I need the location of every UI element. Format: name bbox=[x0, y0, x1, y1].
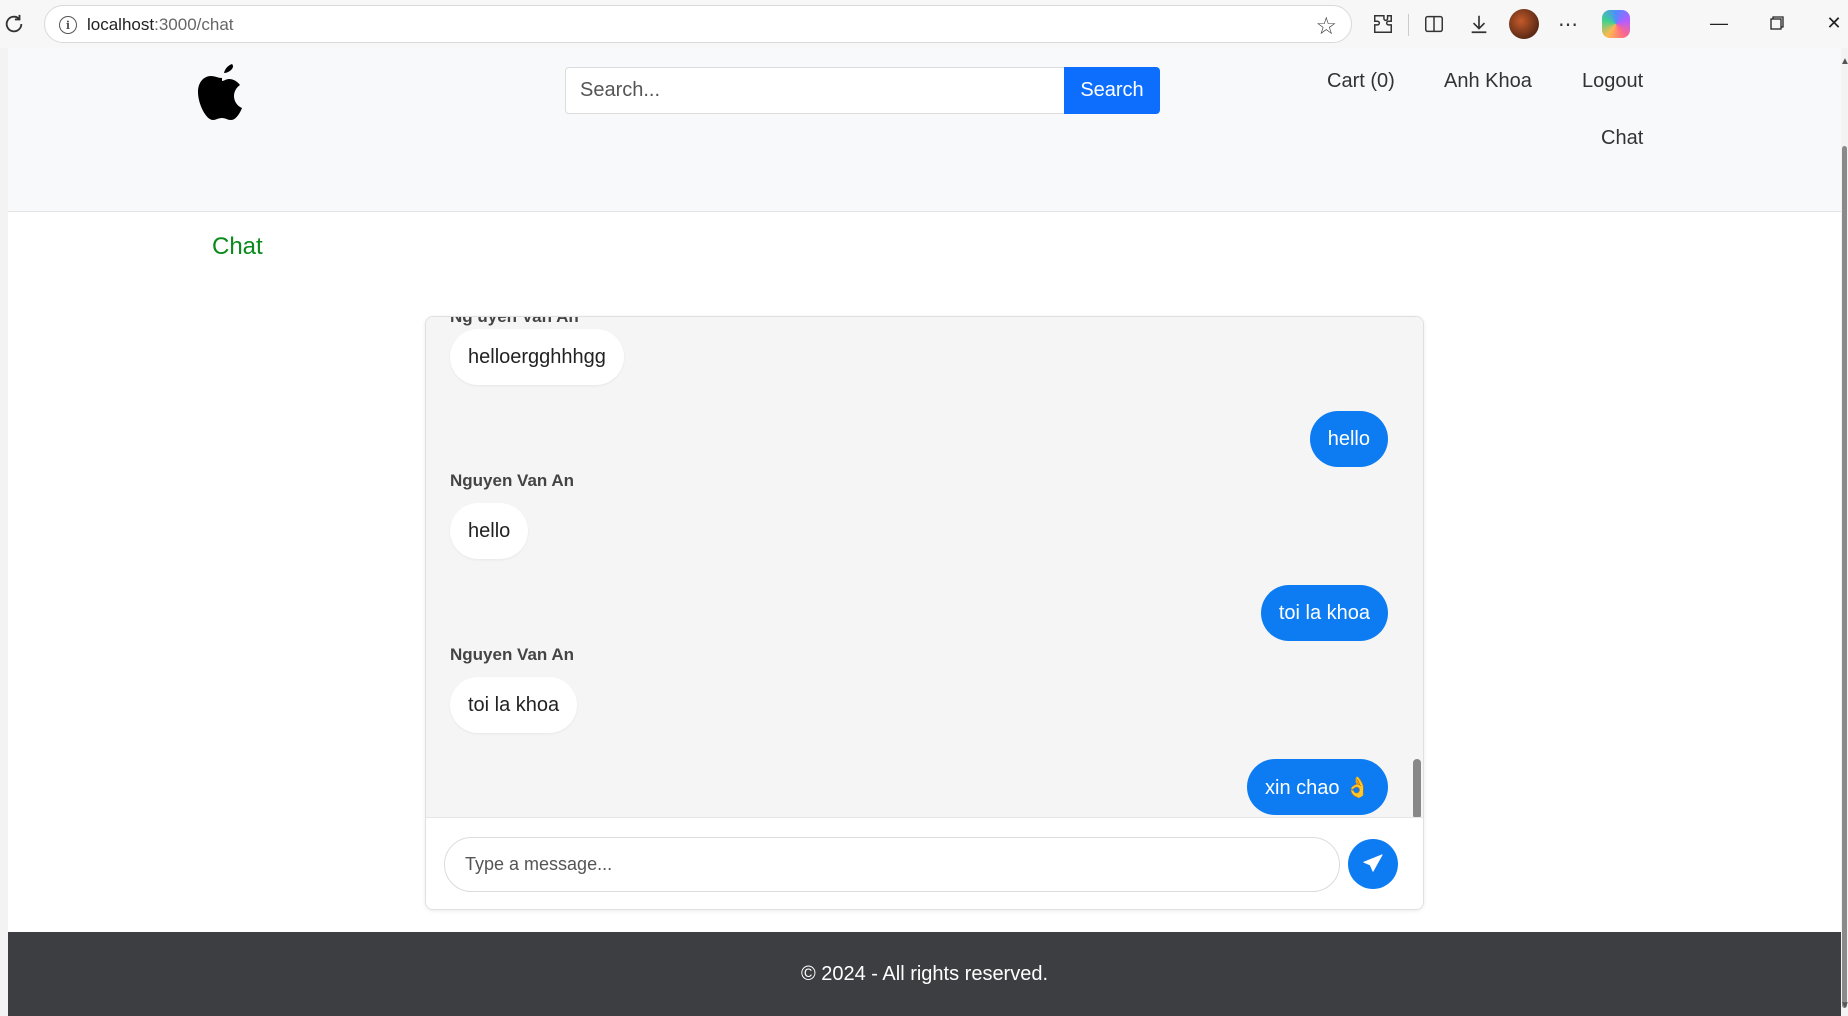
browser-toolbar: i localhost:3000/chat ☆ ⋯ — ✕ bbox=[0, 0, 1848, 48]
address-bar[interactable]: i localhost:3000/chat ☆ bbox=[44, 5, 1352, 43]
message-list-scrollbar[interactable] bbox=[1413, 759, 1421, 817]
page-viewport: Search Cart (0) Anh Khoa Logout Chat Cha… bbox=[8, 48, 1841, 1016]
scroll-up-icon[interactable]: ▲ bbox=[1840, 56, 1848, 67]
search-button[interactable]: Search bbox=[1064, 67, 1160, 114]
url-path: :3000/chat bbox=[154, 15, 234, 34]
footer-copyright: © 2024 - All rights reserved. bbox=[800, 962, 1049, 985]
message-bubble-incoming: hello bbox=[450, 503, 529, 559]
site-footer: © 2024 - All rights reserved. bbox=[8, 932, 1841, 1016]
send-icon bbox=[1363, 854, 1383, 872]
nav-cart-link[interactable]: Cart (0) bbox=[1327, 70, 1395, 93]
download-icon[interactable] bbox=[1464, 9, 1494, 39]
message-bubble-outgoing: hello bbox=[1309, 411, 1388, 467]
send-button[interactable] bbox=[1348, 839, 1398, 889]
minimize-icon[interactable]: — bbox=[1699, 8, 1739, 38]
profile-avatar[interactable] bbox=[1509, 9, 1539, 39]
message-composer bbox=[426, 817, 1423, 909]
message-bubble-incoming: helloergghhhgg bbox=[450, 329, 624, 385]
message-bubble-incoming: toi la khoa bbox=[450, 677, 578, 733]
message-sender: Nguyen Van An bbox=[450, 645, 575, 664]
copilot-icon[interactable] bbox=[1602, 10, 1630, 38]
page-title: Chat bbox=[212, 233, 263, 260]
toolbar-divider bbox=[1408, 14, 1409, 36]
message-bubble-outgoing: toi la khoa bbox=[1260, 585, 1388, 641]
message-bubble-outgoing: xin chao 👌 bbox=[1247, 759, 1388, 815]
page-scrollbar-thumb[interactable] bbox=[1842, 146, 1847, 1008]
url-host: localhost bbox=[87, 15, 155, 34]
nav-logout-link[interactable]: Logout bbox=[1582, 70, 1643, 93]
message-sender: Ng uyen Van An bbox=[450, 317, 579, 327]
message-list[interactable]: Ng uyen Van An helloergghhhgg hello Nguy… bbox=[426, 317, 1423, 817]
close-window-icon[interactable]: ✕ bbox=[1814, 8, 1848, 38]
reload-icon[interactable] bbox=[2, 12, 26, 36]
message-input[interactable] bbox=[444, 837, 1340, 892]
search-input[interactable] bbox=[565, 67, 1065, 114]
message-sender: Nguyen Van An bbox=[450, 471, 575, 490]
chat-panel: Ng uyen Van An helloergghhhgg hello Nguy… bbox=[425, 316, 1424, 910]
site-info-icon[interactable]: i bbox=[59, 16, 77, 34]
restore-icon[interactable] bbox=[1757, 8, 1797, 38]
extensions-icon[interactable] bbox=[1368, 9, 1398, 39]
favorite-star-icon[interactable]: ☆ bbox=[1315, 12, 1337, 41]
apple-logo-icon[interactable] bbox=[194, 58, 250, 126]
url-text[interactable]: localhost:3000/chat bbox=[87, 15, 234, 35]
split-screen-icon[interactable] bbox=[1419, 9, 1449, 39]
more-options-icon[interactable]: ⋯ bbox=[1553, 9, 1583, 39]
site-header: Search Cart (0) Anh Khoa Logout Chat bbox=[8, 48, 1841, 212]
nav-chat-link[interactable]: Chat bbox=[1601, 127, 1643, 150]
nav-user-link[interactable]: Anh Khoa bbox=[1444, 70, 1532, 93]
scroll-down-icon[interactable]: ▼ bbox=[1840, 1000, 1848, 1011]
